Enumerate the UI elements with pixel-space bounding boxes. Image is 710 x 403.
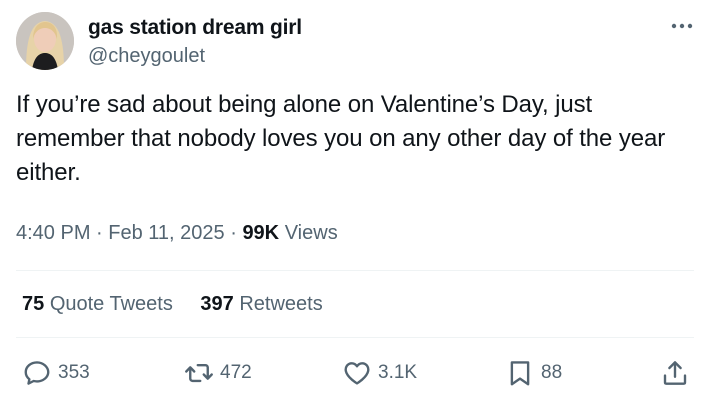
tweet-time[interactable]: 4:40 PM bbox=[16, 222, 90, 244]
author-names: gas station dream girl @cheygoulet bbox=[88, 15, 302, 69]
more-dots-icon[interactable] bbox=[670, 18, 694, 34]
views-count: 99K bbox=[242, 222, 280, 244]
share-icon bbox=[663, 361, 687, 385]
tweet-header: gas station dream girl @cheygoulet bbox=[16, 12, 694, 72]
tweet-stats: 75 Quote Tweets 397 Retweets bbox=[22, 290, 345, 318]
author-handle[interactable]: @cheygoulet bbox=[88, 43, 302, 69]
share-button[interactable] bbox=[660, 355, 690, 391]
retweets-stat[interactable]: 397 Retweets bbox=[200, 290, 322, 318]
bookmark-button[interactable]: 88 bbox=[505, 355, 562, 391]
retweets-label: Retweets bbox=[239, 293, 323, 315]
tweet-meta: 4:40 PM · Feb 11, 2025 · 99K Views bbox=[16, 219, 338, 247]
like-button[interactable]: 3.1K bbox=[342, 355, 417, 391]
retweet-icon bbox=[185, 363, 213, 383]
reply-bubble-icon bbox=[24, 361, 50, 385]
reply-button[interactable]: 353 bbox=[22, 355, 90, 391]
avatar[interactable] bbox=[16, 12, 74, 70]
quote-tweets-stat[interactable]: 75 Quote Tweets bbox=[22, 290, 173, 318]
divider bbox=[16, 337, 694, 338]
retweet-button[interactable]: 472 bbox=[184, 355, 252, 391]
action-bar: 353 472 3.1K 88 bbox=[0, 355, 710, 395]
heart-icon bbox=[344, 362, 370, 385]
views-label: Views bbox=[284, 222, 338, 244]
retweet-count: 472 bbox=[220, 362, 252, 383]
bookmark-icon bbox=[510, 361, 530, 386]
quote-tweets-label: Quote Tweets bbox=[49, 293, 173, 315]
tweet-date[interactable]: Feb 11, 2025 bbox=[108, 222, 224, 244]
reply-count: 353 bbox=[58, 362, 90, 383]
like-count: 3.1K bbox=[378, 362, 418, 383]
divider bbox=[16, 270, 694, 271]
meta-separator: · bbox=[230, 222, 243, 244]
retweets-count: 397 bbox=[200, 293, 234, 315]
author-display-name[interactable]: gas station dream girl bbox=[88, 15, 302, 41]
bookmark-count: 88 bbox=[541, 362, 563, 383]
meta-separator: · bbox=[96, 222, 109, 244]
tweet-text: If you’re sad about being alone on Valen… bbox=[16, 91, 666, 186]
quote-tweets-count: 75 bbox=[22, 293, 45, 315]
avatar-image bbox=[16, 12, 74, 70]
